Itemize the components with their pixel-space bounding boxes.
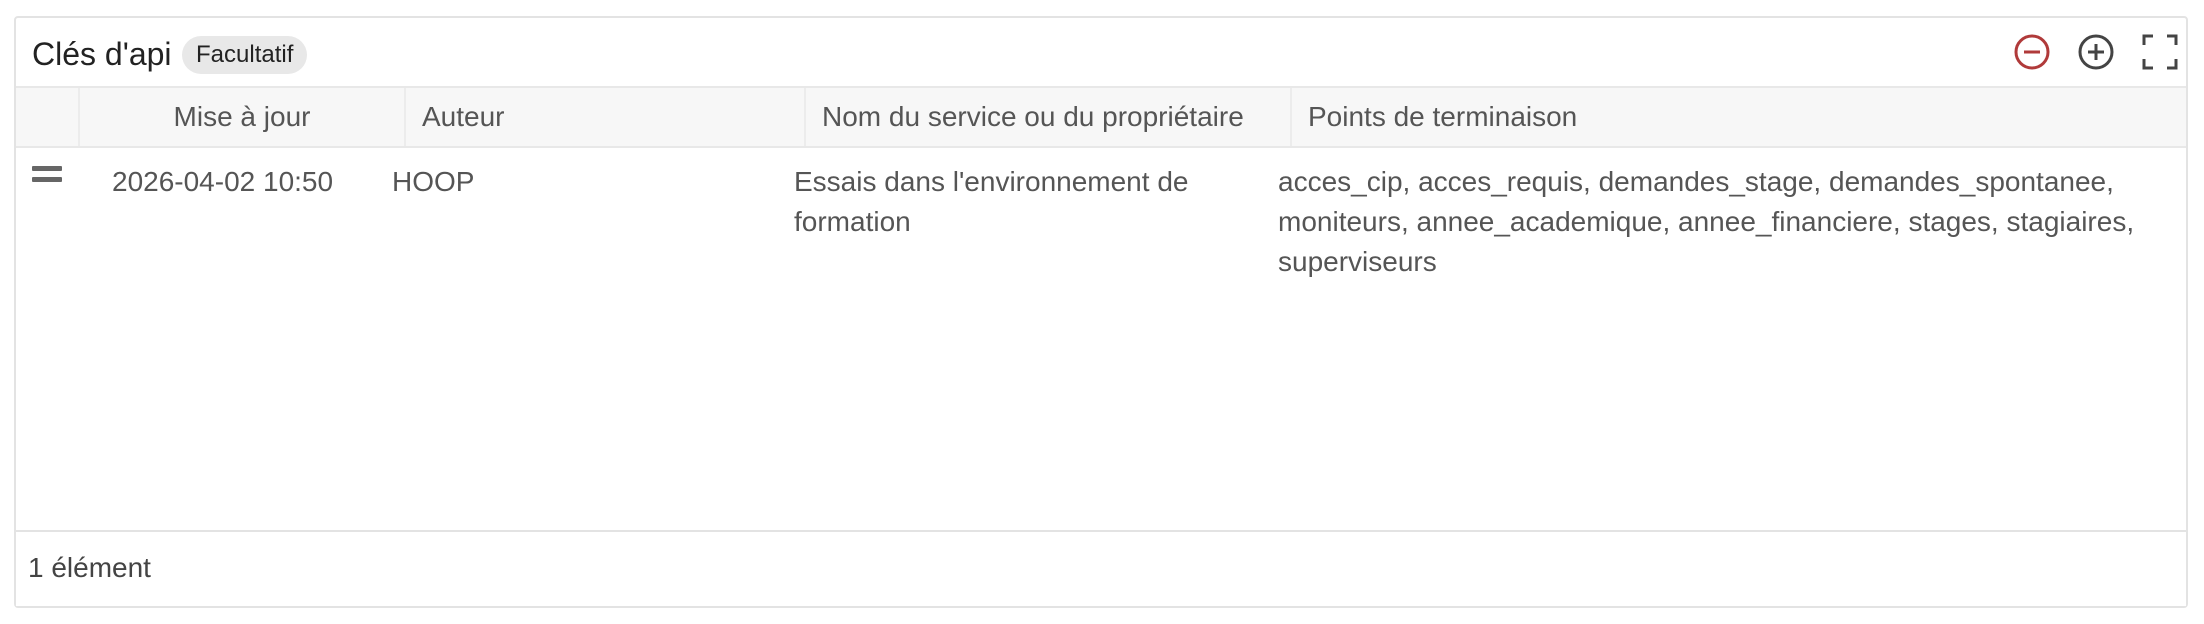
panel-header: Clés d'api Facultatif [16,18,2186,88]
fullscreen-button[interactable] [2140,32,2180,72]
column-service[interactable]: Nom du service ou du propriétaire [804,88,1290,146]
add-button[interactable] [2076,32,2116,72]
cell-endpoints-line: superviseurs [1278,246,1437,277]
cell-service-line: formation [794,206,911,237]
cell-endpoints-line: moniteurs, annee_academique, annee_finan… [1278,206,2135,237]
minus-circle-icon [2014,34,2050,70]
column-endpoints[interactable]: Points de terminaison [1290,88,2186,146]
cell-service-line: Essais dans l'environnement de [794,166,1189,197]
column-updated[interactable]: Mise à jour [78,88,404,146]
collapse-button[interactable] [2012,32,2052,72]
panel-title: Clés d'api [32,36,172,72]
cell-endpoints: acces_cip, acces_requis, demandes_stage,… [1278,162,2134,282]
cell-endpoints-line: acces_cip, acces_requis, demandes_stage,… [1278,166,2114,197]
table-row[interactable]: 2026-04-02 10:50 HOOP Essais dans l'envi… [16,148,2186,296]
cell-service: Essais dans l'environnement de formation [794,162,1188,242]
plus-circle-icon [2078,34,2114,70]
drag-handle-icon[interactable] [32,166,62,188]
item-count: 1 élément [28,552,151,583]
cell-updated: 2026-04-02 10:50 [112,166,334,197]
column-author[interactable]: Auteur [404,88,804,146]
fullscreen-icon [2142,34,2178,70]
cell-author: HOOP [392,166,475,197]
api-keys-panel: Clés d'api Facultatif Mise à jour Auteur… [14,16,2188,608]
table-header: Mise à jour Auteur Nom du service ou du … [16,88,2186,148]
drag-column-header [16,88,78,146]
table-footer: 1 élément [16,530,2186,606]
optional-badge: Facultatif [182,36,308,74]
